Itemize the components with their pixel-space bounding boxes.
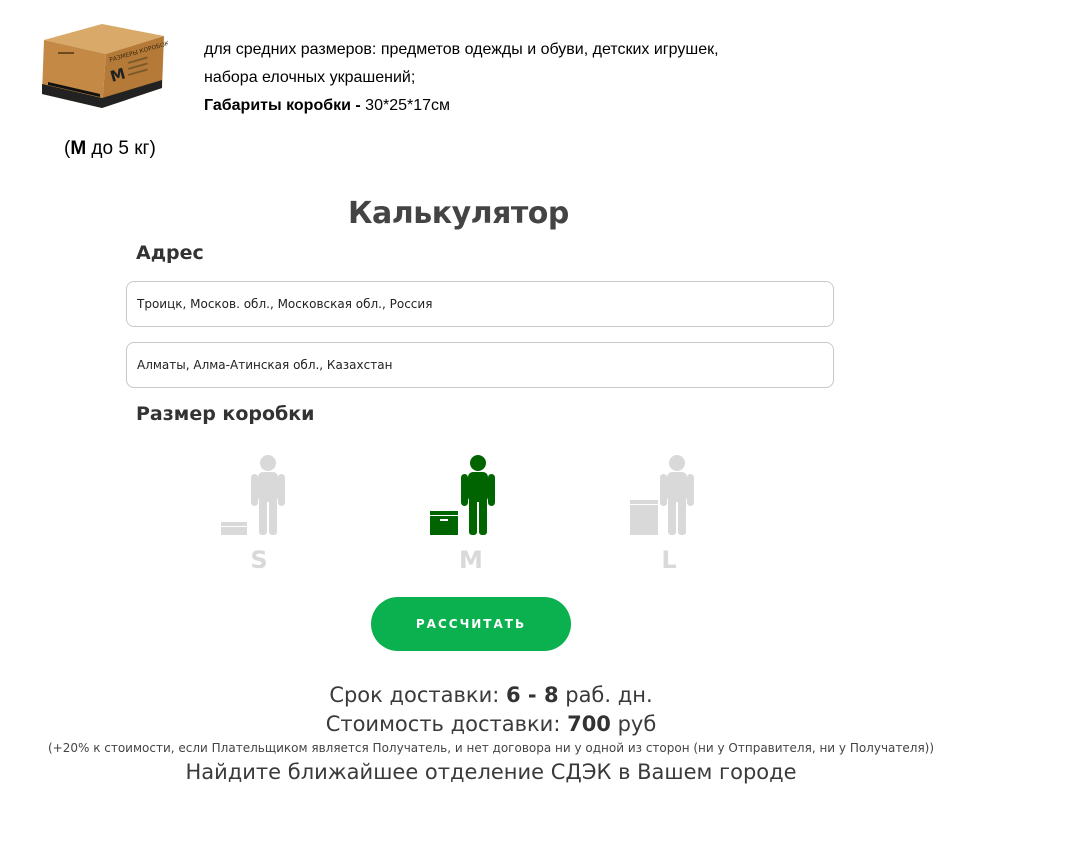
delivery-time-unit: раб. дн. — [558, 683, 653, 707]
address-label: Адрес — [136, 242, 204, 264]
calculate-button[interactable]: РАССЧИТАТЬ — [371, 597, 571, 651]
weight-text: до 5 кг) — [86, 138, 156, 159]
delivery-time-value: 6 - 8 — [506, 683, 559, 707]
box-description: для средних размеров: предметов одежды и… — [204, 36, 719, 120]
box-weight: (M до 5 кг) — [64, 138, 156, 160]
description-line-1: для средних размеров: предметов одежды и… — [204, 41, 719, 58]
delivery-cost-unit: руб — [610, 712, 657, 736]
box-size-label: Размер коробки — [136, 403, 315, 425]
calculator-title: Калькулятор — [348, 196, 569, 231]
delivery-cost: Стоимость доставки: 700 руб — [0, 712, 982, 736]
person-medium-box-icon — [430, 455, 495, 535]
size-option-s[interactable]: S — [214, 452, 304, 582]
dims-value: 30*25*17см — [360, 97, 451, 114]
from-address-field[interactable] — [126, 281, 834, 327]
dims-label: Габариты коробки - — [204, 97, 361, 114]
from-address-input[interactable] — [127, 282, 833, 326]
payment-note: (+20% к стоимости, если Плательщиком явл… — [47, 741, 935, 755]
description-line-2: набора елочных украшений; — [204, 69, 416, 86]
size-letter-m: M — [459, 546, 483, 574]
person-large-box-icon — [630, 455, 694, 535]
to-address-field[interactable] — [126, 342, 834, 388]
to-address-input[interactable] — [127, 343, 833, 387]
size-option-m[interactable]: M — [426, 452, 516, 582]
size-option-l[interactable]: L — [624, 452, 714, 582]
delivery-cost-label: Стоимость доставки: — [325, 712, 568, 736]
delivery-time: Срок доставки: 6 - 8 раб. дн. — [0, 683, 982, 707]
size-letter-s: S — [250, 546, 268, 574]
person-small-box-icon — [221, 455, 285, 535]
delivery-time-label: Срок доставки: — [329, 683, 506, 707]
delivery-cost-value: 700 — [567, 712, 611, 736]
box-image: РАЗМЕРЫ КОРОБОК M — [40, 22, 171, 112]
size-letter-l: L — [661, 546, 677, 574]
box-dimensions: Габариты коробки - 30*25*17см — [204, 92, 719, 120]
find-office-link[interactable]: Найдите ближайшее отделение СДЭК в Вашем… — [0, 760, 982, 784]
weight-size: M — [70, 138, 87, 159]
